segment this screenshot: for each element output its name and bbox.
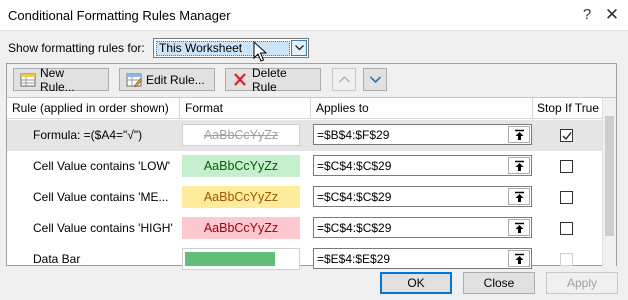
rules-panel: New Rule... Edit Rule... Delete Rule Rul… bbox=[6, 63, 617, 270]
column-header-format: Format bbox=[180, 98, 311, 119]
table-row[interactable]: Cell Value contains 'HIGH' AaBbCcYyZz =$… bbox=[7, 213, 602, 244]
format-preview: AaBbCcYyZz bbox=[182, 186, 300, 208]
scope-label: Show formatting rules for: bbox=[8, 41, 145, 55]
collapse-range-icon bbox=[515, 222, 524, 233]
new-rule-button[interactable]: New Rule... bbox=[13, 65, 109, 94]
stop-if-true-checkbox[interactable] bbox=[560, 253, 573, 266]
rule-description: Data Bar bbox=[33, 252, 81, 266]
range-select-button[interactable] bbox=[508, 219, 530, 236]
table-row[interactable]: Cell Value contains 'ME... AaBbCcYyZz =$… bbox=[7, 182, 602, 213]
new-rule-label: New Rule... bbox=[40, 65, 75, 94]
applies-to-value: =$C$4:$C$29 bbox=[317, 159, 392, 173]
title-bar: Conditional Formatting Rules Manager ? ✕ bbox=[0, 0, 628, 30]
ok-button[interactable]: OK bbox=[380, 272, 452, 294]
dialog-body: Show formatting rules for: This Workshee… bbox=[0, 30, 628, 300]
applies-to-field[interactable]: =$C$4:$C$29 bbox=[313, 155, 532, 176]
new-rule-icon bbox=[20, 73, 36, 87]
stop-if-true-checkbox[interactable] bbox=[560, 191, 573, 204]
stop-if-true-checkbox[interactable] bbox=[560, 129, 573, 142]
collapse-range-icon bbox=[515, 191, 524, 202]
applies-to-value: =$C$4:$C$29 bbox=[317, 221, 392, 235]
collapse-range-icon bbox=[515, 129, 524, 140]
collapse-range-icon bbox=[515, 253, 524, 264]
dropdown-arrow-button[interactable] bbox=[291, 40, 307, 56]
range-select-button[interactable] bbox=[508, 188, 530, 205]
applies-to-field[interactable]: =$B$4:$F$29 bbox=[313, 124, 532, 145]
format-preview: AaBbCcYyZz bbox=[182, 217, 300, 239]
edit-rule-button[interactable]: Edit Rule... bbox=[119, 68, 215, 91]
rule-description: Cell Value contains 'LOW' bbox=[33, 159, 171, 173]
delete-icon bbox=[232, 72, 248, 87]
move-down-button[interactable] bbox=[363, 68, 387, 91]
checkmark-icon bbox=[562, 132, 572, 141]
delete-rule-button[interactable]: Delete Rule bbox=[225, 65, 321, 94]
window-title: Conditional Formatting Rules Manager bbox=[8, 8, 231, 23]
applies-to-field[interactable]: =$C$4:$C$29 bbox=[313, 186, 532, 207]
column-header-rule: Rule (applied in order shown) bbox=[7, 98, 180, 119]
format-preview bbox=[182, 248, 300, 270]
range-select-button[interactable] bbox=[508, 126, 530, 143]
close-button[interactable]: Close bbox=[463, 272, 535, 294]
scope-selected-value: This Worksheet bbox=[156, 41, 290, 56]
range-select-button[interactable] bbox=[508, 250, 530, 267]
applies-to-value: =$B$4:$F$29 bbox=[317, 128, 390, 142]
table-row[interactable]: Cell Value contains 'LOW' AaBbCcYyZz =$C… bbox=[7, 151, 602, 182]
rules-table: Rule (applied in order shown) Format App… bbox=[7, 97, 616, 270]
column-header-applies-to: Applies to bbox=[311, 98, 533, 119]
edit-rule-label: Edit Rule... bbox=[146, 72, 205, 87]
move-up-button[interactable] bbox=[332, 68, 356, 91]
rule-description: Formula: =($A4="√") bbox=[33, 128, 143, 142]
table-row[interactable]: Formula: =($A4="√") AaBbCcYyZz =$B$4:$F$… bbox=[7, 120, 602, 151]
scope-dropdown[interactable]: This Worksheet bbox=[153, 38, 309, 58]
stop-if-true-checkbox[interactable] bbox=[560, 160, 573, 173]
mouse-cursor-icon bbox=[253, 41, 267, 62]
range-select-button[interactable] bbox=[508, 157, 530, 174]
edit-rule-icon bbox=[126, 73, 142, 87]
rule-description: Cell Value contains 'ME... bbox=[33, 190, 169, 204]
close-window-button[interactable]: ✕ bbox=[599, 4, 625, 26]
data-bar-preview bbox=[185, 252, 275, 266]
collapse-range-icon bbox=[515, 160, 524, 171]
chevron-down-icon bbox=[370, 76, 381, 83]
format-preview: AaBbCcYyZz bbox=[182, 124, 300, 146]
chevron-down-icon bbox=[295, 45, 304, 51]
applies-to-value: =$E$4:$E$29 bbox=[317, 252, 391, 266]
applies-to-field[interactable]: =$E$4:$E$29 bbox=[313, 248, 532, 269]
apply-button[interactable]: Apply bbox=[546, 272, 618, 294]
stop-if-true-checkbox[interactable] bbox=[560, 222, 573, 235]
vertical-scrollbar[interactable] bbox=[602, 98, 616, 266]
applies-to-value: =$C$4:$C$29 bbox=[317, 190, 392, 204]
table-row[interactable]: Data Bar =$E$4:$E$29 bbox=[7, 244, 602, 275]
help-button[interactable]: ? bbox=[574, 4, 600, 26]
format-preview: AaBbCcYyZz bbox=[182, 155, 300, 177]
chevron-up-icon bbox=[339, 76, 350, 83]
column-header-stop-if-true: Stop If True bbox=[533, 98, 602, 119]
applies-to-field[interactable]: =$C$4:$C$29 bbox=[313, 217, 532, 238]
scrollbar-thumb[interactable] bbox=[605, 116, 614, 236]
delete-rule-label: Delete Rule bbox=[252, 65, 287, 94]
rule-description: Cell Value contains 'HIGH' bbox=[33, 221, 173, 235]
